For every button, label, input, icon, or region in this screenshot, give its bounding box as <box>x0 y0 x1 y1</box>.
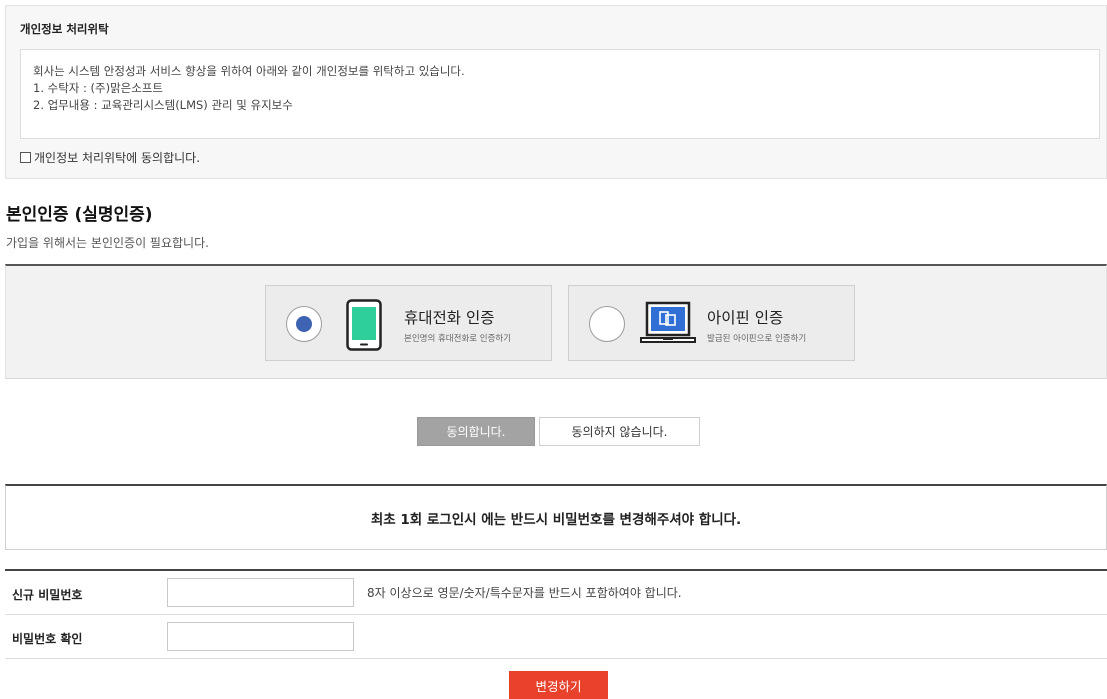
verification-options-panel: 휴대전화 인증 본인명의 휴대전화로 인증하기 아이핀 인증 발급된 아이핀으로… <box>5 264 1107 379</box>
verification-description: 가입을 위해서는 본인인증이 필요합니다. <box>6 236 209 250</box>
password-form-table: 신규 비밀번호 8자 이상으로 영문/숫자/특수문자를 반드시 포함하여야 합니… <box>5 569 1107 659</box>
confirm-password-label: 비밀번호 확인 <box>12 632 83 646</box>
phone-radio-button[interactable] <box>286 306 322 342</box>
consent-text-box: 회사는 시스템 안정성과 서비스 향상을 위하여 아래와 같이 개인정보를 위탁… <box>20 49 1100 139</box>
ipin-radio-button[interactable] <box>589 306 625 342</box>
consent-body-line: 1. 수탁자 : (주)맑은소프트 <box>33 81 164 95</box>
ipin-verification-option[interactable]: 아이핀 인증 발급된 아이핀으로 인증하기 <box>568 285 855 361</box>
mobile-phone-icon <box>346 299 382 354</box>
confirm-password-row: 비밀번호 확인 <box>5 615 1107 659</box>
confirm-password-input[interactable] <box>167 622 354 651</box>
ipin-option-title: 아이핀 인증 <box>707 309 784 327</box>
disagree-button[interactable]: 동의하지 않습니다. <box>539 417 700 446</box>
password-change-notice: 최초 1회 로그인시 에는 반드시 비밀번호를 변경해주셔야 합니다. <box>5 484 1107 550</box>
notice-text: 최초 1회 로그인시 에는 반드시 비밀번호를 변경해주셔야 합니다. <box>370 511 742 528</box>
consent-agree-checkbox-row[interactable]: 개인정보 처리위탁에 동의합니다. <box>20 149 200 166</box>
consent-agree-checkbox[interactable] <box>20 152 31 163</box>
consent-body-line: 회사는 시스템 안정성과 서비스 향상을 위하여 아래와 같이 개인정보를 위탁… <box>33 64 465 78</box>
consent-panel: 개인정보 처리위탁 회사는 시스템 안정성과 서비스 향상을 위하여 아래와 같… <box>5 5 1107 179</box>
agree-button[interactable]: 동의합니다. <box>417 417 535 446</box>
consent-body-line: 2. 업무내용 : 교육관리시스템(LMS) 관리 및 유지보수 <box>33 98 293 112</box>
consent-title: 개인정보 처리위탁 <box>20 22 109 36</box>
new-password-label: 신규 비밀번호 <box>12 588 83 602</box>
phone-option-subtitle: 본인명의 휴대전화로 인증하기 <box>404 334 512 344</box>
new-password-row: 신규 비밀번호 8자 이상으로 영문/숫자/특수문자를 반드시 포함하여야 합니… <box>5 571 1107 615</box>
ipin-option-subtitle: 발급된 아이핀으로 인증하기 <box>707 334 807 344</box>
new-password-input[interactable] <box>167 578 354 607</box>
change-password-button[interactable]: 변경하기 <box>509 671 608 699</box>
consent-agree-label[interactable]: 개인정보 처리위탁에 동의합니다. <box>34 149 200 166</box>
laptop-icon <box>639 300 697 351</box>
verification-title: 본인인증 (실명인증) <box>6 205 153 225</box>
password-hint: 8자 이상으로 영문/숫자/특수문자를 반드시 포함하여야 합니다. <box>367 586 682 600</box>
phone-verification-option[interactable]: 휴대전화 인증 본인명의 휴대전화로 인증하기 <box>265 285 552 361</box>
phone-option-title: 휴대전화 인증 <box>404 309 495 327</box>
